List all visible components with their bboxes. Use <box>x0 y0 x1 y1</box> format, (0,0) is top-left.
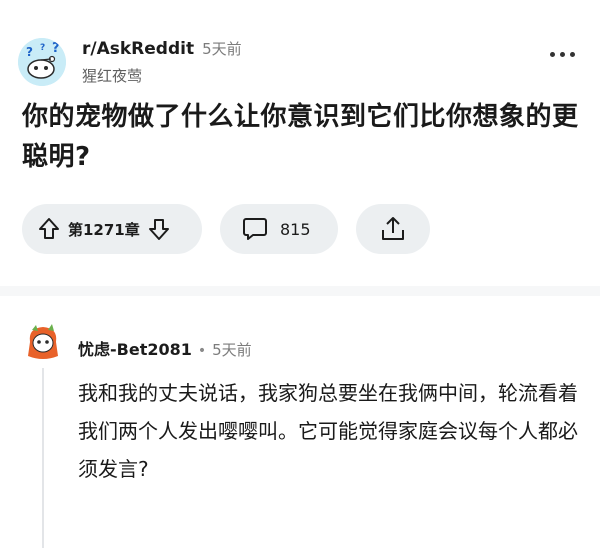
thread-line[interactable] <box>42 368 44 548</box>
vote-pill: 第1271章 <box>22 204 202 254</box>
svg-text:?: ? <box>52 41 60 56</box>
comment-time: 5天前 <box>212 341 252 359</box>
meta-separator: • <box>197 343 207 359</box>
more-options-button[interactable] <box>548 46 576 62</box>
vote-count: 第1271章 <box>68 220 140 239</box>
downvote-button[interactable] <box>148 217 170 241</box>
post-title[interactable]: 你的宠物做了什么让你意识到它们比你想象的更聪明? <box>22 97 582 177</box>
comments-button[interactable]: 815 <box>220 204 338 254</box>
share-button[interactable] <box>356 204 430 254</box>
section-divider <box>0 286 600 296</box>
post-action-bar: 第1271章 815 <box>22 204 582 254</box>
post-header: ? ? ? r/AskReddit 5天前 猩红夜莺 <box>18 34 582 90</box>
snoo-avatar-icon <box>22 322 64 364</box>
subreddit-avatar[interactable]: ? ? ? <box>18 38 66 86</box>
upvote-button[interactable] <box>38 217 60 241</box>
share-icon <box>382 217 404 240</box>
comment-count: 815 <box>280 219 311 239</box>
comment-bubble-icon <box>243 218 267 240</box>
comment-author[interactable]: 忧虑-Bet2081 <box>78 336 192 360</box>
subreddit-name[interactable]: r/AskReddit <box>82 39 194 59</box>
comment-body: 我和我的丈夫说话，我家狗总要坐在我俩中间，轮流看着我们两个人发出嘤嘤叫。它可能觉… <box>78 381 578 481</box>
more-dots-icon <box>549 51 555 57</box>
post-author[interactable]: 猩红夜莺 <box>82 65 242 86</box>
svg-text:?: ? <box>26 45 33 59</box>
svg-text:?: ? <box>40 43 45 53</box>
post-meta: r/AskReddit 5天前 猩红夜莺 <box>82 38 242 86</box>
upvote-arrow-icon <box>39 218 59 239</box>
subreddit-line: r/AskReddit 5天前 <box>82 38 242 59</box>
post-time: 5天前 <box>202 40 242 58</box>
downvote-arrow-icon <box>148 219 169 240</box>
comment-icon-wrap <box>242 216 268 242</box>
comment-avatar[interactable] <box>22 322 64 364</box>
comment-meta: 忧虑-Bet2081 • 5天前 <box>78 336 252 360</box>
askreddit-snoo-icon: ? ? ? <box>18 38 66 86</box>
